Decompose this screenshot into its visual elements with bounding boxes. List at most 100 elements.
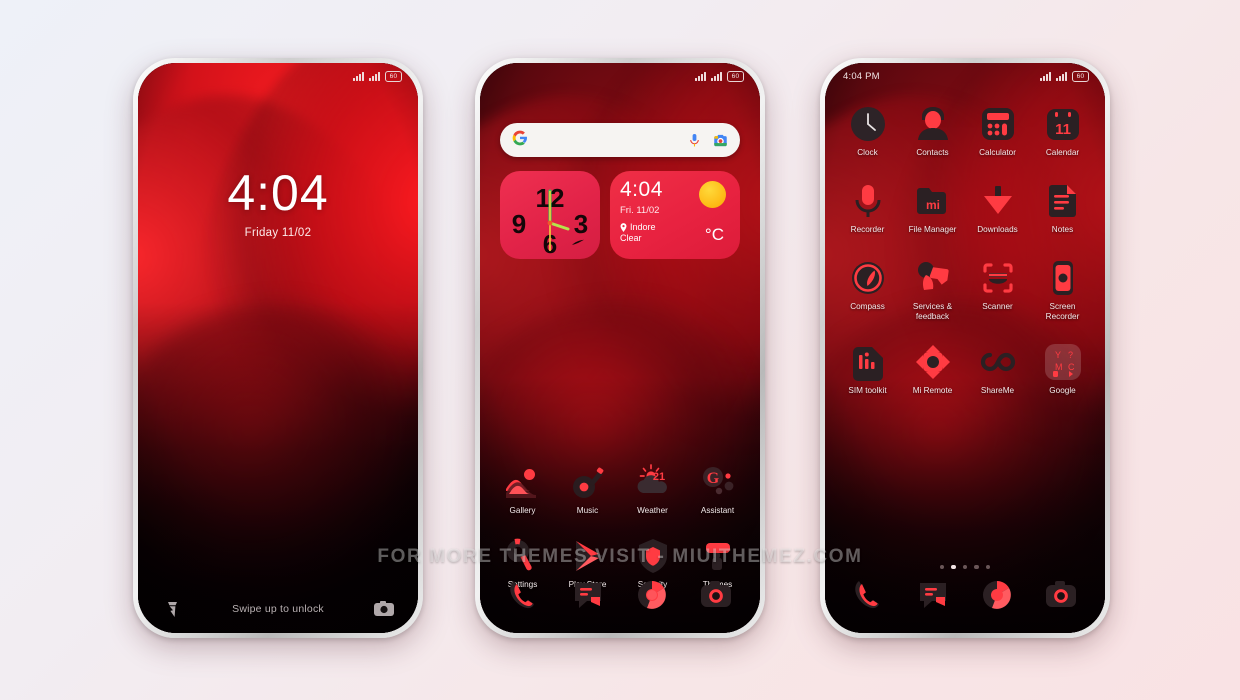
mi-remote-icon: [914, 343, 952, 381]
phone-homescreen: 60 12 3 6 9 4:04 Fri. 11/02 Indore Clear…: [475, 58, 765, 638]
app-notes[interactable]: Notes: [1030, 182, 1095, 235]
app-drawer-display: 4:04 PM 60 Clock Contacts Calculator 11 …: [825, 63, 1105, 633]
camera-icon[interactable]: [1043, 577, 1079, 613]
app-label: Compass: [850, 302, 885, 311]
google-assistant-icon: G: [699, 463, 737, 501]
app-label: Scanner: [982, 302, 1013, 311]
clock-center-dot: [547, 220, 553, 226]
google-search-bar[interactable]: [500, 123, 740, 157]
page-dot[interactable]: [985, 564, 991, 569]
page-dot[interactable]: [962, 564, 968, 569]
app-music[interactable]: Music: [555, 463, 620, 516]
app-sim-toolkit[interactable]: SIM toolkit: [835, 343, 900, 396]
lockscreen-time: 4:04: [227, 165, 329, 221]
app-label: Mi Remote: [912, 386, 953, 395]
unlock-hint: Swipe up to unlock: [232, 603, 324, 615]
weather-temp: 21: [652, 471, 664, 483]
calculator-icon: [979, 105, 1017, 143]
phone-lockscreen: 60 4:04 Friday 11/02 Swipe up to unlock: [133, 58, 423, 638]
status-bar-lockscreen: 60: [138, 63, 418, 89]
browser-icon[interactable]: [979, 577, 1015, 613]
notes-icon: [1044, 182, 1082, 220]
widgets-row: 12 3 6 9 4:04 Fri. 11/02 Indore Clear °C: [500, 171, 740, 259]
app-label: Weather: [637, 506, 668, 515]
signal-icon: [711, 71, 722, 81]
downloads-icon: [979, 182, 1017, 220]
status-time: 4:04 PM: [843, 70, 880, 82]
signal-icon: [1056, 71, 1067, 81]
nike-swoosh-icon: [572, 239, 584, 245]
homescreen-display: 60 12 3 6 9 4:04 Fri. 11/02 Indore Clear…: [480, 63, 760, 633]
app-assistant[interactable]: G Assistant: [685, 463, 750, 516]
homescreen-apps-row1: Gallery Music 21 Weather G Assistant: [490, 463, 750, 516]
app-recorder[interactable]: Recorder: [835, 182, 900, 235]
analog-clock-widget[interactable]: 12 3 6 9: [500, 171, 600, 259]
messages-icon[interactable]: [915, 577, 951, 613]
page-dot-active[interactable]: [951, 564, 956, 569]
flashlight-icon[interactable]: [162, 599, 182, 619]
drawer-row-1: Clock Contacts Calculator 11 Calendar: [835, 105, 1095, 158]
calendar-icon: 11: [1044, 105, 1082, 143]
battery-indicator: 60: [1072, 70, 1089, 82]
app-calendar[interactable]: 11 Calendar: [1030, 105, 1095, 158]
weather-clock-widget[interactable]: 4:04 Fri. 11/02 Indore Clear °C: [610, 171, 740, 259]
lockscreen-display: 60 4:04 Friday 11/02 Swipe up to unlock: [138, 63, 418, 633]
recorder-icon: [849, 182, 887, 220]
screen-recorder-icon: [1044, 259, 1082, 297]
svg-text:G: G: [706, 470, 719, 487]
clock-mark-3: 3: [574, 209, 588, 239]
signal-icon: [369, 71, 380, 81]
app-weather[interactable]: 21 Weather: [620, 463, 685, 516]
sun-icon: [699, 181, 726, 208]
app-gallery[interactable]: Gallery: [490, 463, 555, 516]
app-compass[interactable]: Compass: [835, 259, 900, 322]
signal-icon: [695, 71, 706, 81]
app-contacts[interactable]: Contacts: [900, 105, 965, 158]
app-label: Notes: [1051, 225, 1074, 234]
page-dot[interactable]: [939, 564, 945, 569]
compass-icon: [849, 259, 887, 297]
app-services-feedback[interactable]: Services & feedback: [900, 259, 965, 322]
app-google-folder[interactable]: Y ? M C Google: [1030, 343, 1095, 396]
messages-icon[interactable]: [570, 577, 606, 613]
app-label: Contacts: [916, 148, 949, 157]
page-dot[interactable]: [974, 564, 979, 569]
settings-icon: [504, 537, 542, 575]
app-calculator[interactable]: Calculator: [965, 105, 1030, 158]
weather-unit: °C: [704, 225, 724, 244]
app-mi-remote[interactable]: Mi Remote: [900, 343, 965, 396]
app-scanner[interactable]: Scanner: [965, 259, 1030, 322]
microphone-icon[interactable]: [688, 133, 701, 148]
scanner-icon: [979, 259, 1017, 297]
app-file-manager[interactable]: mi File Manager: [900, 182, 965, 235]
weather-icon: 21: [634, 463, 672, 501]
page-indicator[interactable]: [825, 564, 1105, 569]
phone-icon[interactable]: [506, 577, 542, 613]
google-g-icon: [512, 130, 528, 151]
drawer-row-2: Recorder mi File Manager Downloads Notes: [835, 182, 1095, 235]
app-label: Gallery: [509, 506, 536, 515]
camera-icon[interactable]: [698, 577, 734, 613]
app-label: Screen Recorder: [1045, 302, 1080, 321]
drawer-row-3: Compass Services & feedback Scanner Scre…: [835, 259, 1095, 322]
file-manager-icon: mi: [914, 182, 952, 220]
weather-location-text: Indore: [630, 222, 656, 232]
clock-mark-9: 9: [512, 209, 526, 239]
app-label: Calculator: [979, 148, 1016, 157]
phone-icon[interactable]: [851, 577, 887, 613]
lockscreen-date: Friday 11/02: [244, 227, 312, 239]
app-downloads[interactable]: Downloads: [965, 182, 1030, 235]
google-lens-icon[interactable]: [713, 133, 728, 148]
app-screen-recorder[interactable]: Screen Recorder: [1030, 259, 1095, 322]
phone-app-drawer: 4:04 PM 60 Clock Contacts Calculator 11 …: [820, 58, 1110, 638]
clock-icon: [849, 105, 887, 143]
app-label: SIM toolkit: [848, 386, 887, 395]
camera-icon[interactable]: [374, 599, 394, 619]
app-shareme[interactable]: ShareMe: [965, 343, 1030, 396]
app-clock[interactable]: Clock: [835, 105, 900, 158]
app-label: Services & feedback: [912, 302, 953, 321]
battery-indicator: 60: [385, 70, 402, 82]
app-label: Music: [576, 506, 599, 515]
drawer-row-4: SIM toolkit Mi Remote ShareMe Y ? M C Go…: [835, 343, 1095, 396]
browser-icon[interactable]: [634, 577, 670, 613]
